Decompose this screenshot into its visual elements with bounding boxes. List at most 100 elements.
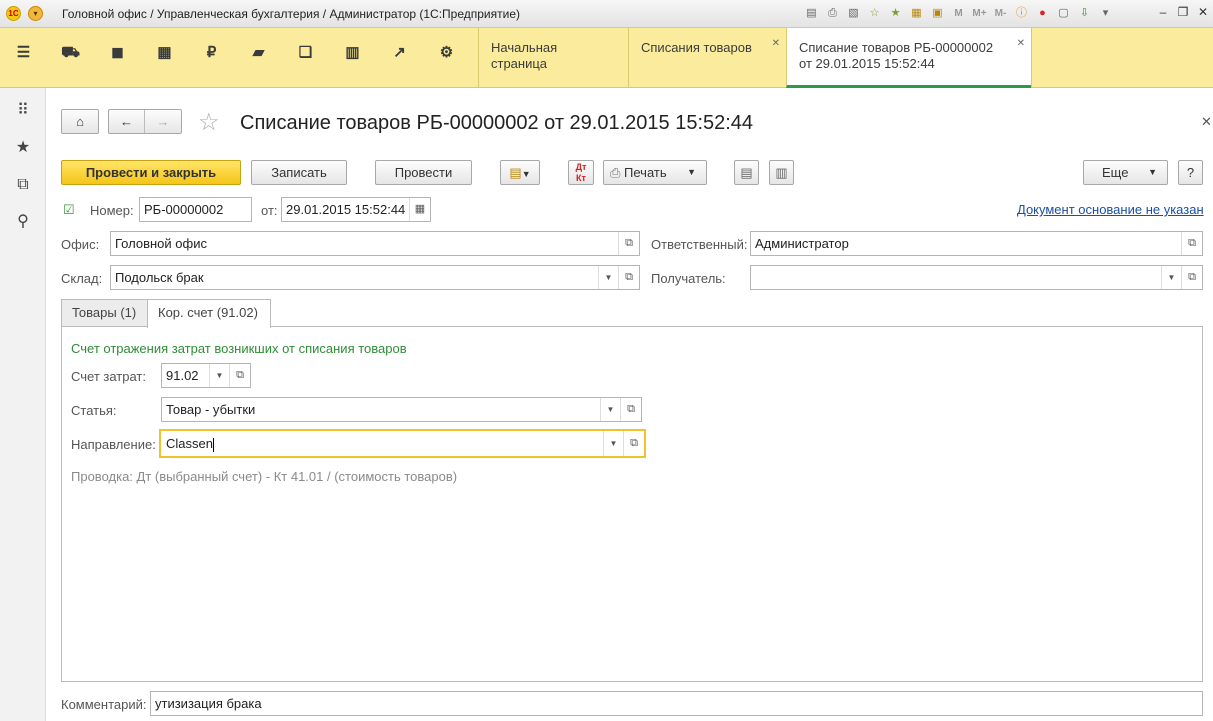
create-based-on-button[interactable]: ▤▼ [500, 160, 540, 185]
chevron-down-icon: ▼ [687, 167, 696, 177]
tab-goods[interactable]: Товары (1) [61, 299, 148, 327]
ruble-icon[interactable]: ₽ [188, 28, 235, 78]
open-icon[interactable]: ⧉ [618, 232, 639, 255]
responsible-value: Администратор [755, 236, 849, 251]
structure-button[interactable]: ▤ [734, 160, 759, 185]
tab-writeoff-document[interactable]: Списание товаров РБ-00000002 от 29.01.20… [786, 28, 1031, 88]
chevron-down-icon[interactable]: ▼ [603, 431, 623, 456]
list-icon: ▥ [775, 165, 788, 180]
save-icon[interactable]: ▤ [802, 5, 821, 22]
base-document-link[interactable]: Документ основание не указан [1017, 202, 1204, 217]
expense-account-label: Счет затрат: [71, 369, 146, 384]
help-button[interactable]: ? [1178, 160, 1203, 185]
history-icon[interactable]: ⧉ [0, 166, 46, 203]
save-button[interactable]: Записать [251, 160, 347, 185]
open-icon[interactable]: ⧉ [618, 266, 639, 289]
comment-field[interactable]: утизизация брака [150, 691, 1203, 716]
tab-home[interactable]: Начальная страница [478, 28, 628, 88]
forward-arrow-icon[interactable]: → [145, 110, 181, 133]
print-icon: ⎙ [610, 165, 621, 180]
grid-icon[interactable]: ▦ [141, 28, 188, 78]
expense-account-value: 91.02 [166, 368, 199, 383]
item-label: Статья: [71, 403, 117, 418]
print-icon[interactable]: ⎙ [823, 5, 842, 22]
stop-icon[interactable]: ▢ [1054, 5, 1073, 22]
window-title: Головной офис / Управленческая бухгалтер… [62, 7, 521, 21]
close-icon[interactable]: ✕ [1201, 114, 1212, 130]
text-cursor [212, 437, 214, 452]
favorite-icon[interactable]: ★ [886, 5, 905, 22]
minimize-icon[interactable]: – [1153, 2, 1173, 22]
chevron-down-icon[interactable]: ▼ [598, 266, 618, 289]
download-icon[interactable]: ⇩ [1075, 5, 1094, 22]
tab-label: Начальная страница [491, 40, 558, 71]
apps-grid-icon[interactable]: ⠿ [0, 92, 46, 129]
back-arrow-icon[interactable]: ← [109, 110, 145, 133]
number-field[interactable]: РБ-00000002 [139, 197, 252, 222]
tab-corr-account[interactable]: Кор. счет (91.02) [147, 299, 271, 328]
responsible-field[interactable]: Администратор ⧉ [750, 231, 1203, 256]
star-icon[interactable]: ★ [0, 129, 46, 166]
memory-label[interactable]: M [949, 5, 968, 22]
calculator-icon[interactable]: ▦ [907, 5, 926, 22]
attachments-button[interactable]: ▥ [769, 160, 794, 185]
maximize-icon[interactable]: ❐ [1173, 2, 1193, 22]
bar-chart-icon[interactable]: ▥ [329, 28, 376, 78]
open-icon[interactable]: ⧉ [623, 431, 644, 456]
close-icon[interactable]: ✕ [1193, 2, 1213, 22]
memory-plus-label[interactable]: M+ [970, 5, 989, 22]
favorite-add-icon[interactable]: ☆ [865, 5, 884, 22]
open-icon[interactable]: ⧉ [1181, 266, 1202, 289]
search-icon[interactable]: ⚲ [0, 203, 46, 240]
app-logo-icon: 1С [6, 6, 21, 21]
window-controls: – ❐ ✕ [1153, 2, 1213, 22]
open-icon[interactable]: ⧉ [620, 398, 641, 421]
title-toolbar: ▤ ⎙ ▧ ☆ ★ ▦ ▣ M M+ M- ⓘ ● ▢ ⇩ ▾ [802, 5, 1115, 22]
menu-icon[interactable]: ☰ [0, 28, 47, 78]
documents-icon[interactable]: ❏ [282, 28, 329, 78]
chevron-down-icon[interactable]: ▼ [209, 364, 229, 387]
chevron-down-icon[interactable]: ▾ [1096, 5, 1115, 22]
date-field[interactable]: 29.01.2015 15:52:44 ▦ [281, 197, 431, 222]
nav-buttons: ← → [108, 109, 182, 134]
warehouse-field[interactable]: Подольск брак ▼ ⧉ [110, 265, 640, 290]
close-icon[interactable]: ✕ [1017, 36, 1025, 52]
recipient-field[interactable]: ▼ ⧉ [750, 265, 1203, 290]
main-menu-button[interactable]: ▾ [28, 6, 43, 21]
truck-icon[interactable]: ▰ [235, 28, 282, 78]
bag-icon[interactable]: ◼ [94, 28, 141, 78]
gear-icon[interactable]: ⚙ [423, 28, 470, 78]
memory-minus-label[interactable]: M- [991, 5, 1010, 22]
calendar-icon[interactable]: ▦ [409, 198, 430, 221]
item-field[interactable]: Товар - убытки ▼ ⧉ [161, 397, 642, 422]
document-icon: ▤ [740, 165, 753, 180]
direction-field[interactable]: Classen ▼ ⧉ [159, 429, 646, 458]
calendar-icon[interactable]: ▣ [928, 5, 947, 22]
tab-writeoffs-list[interactable]: Списания товаров ✕ [628, 28, 786, 88]
direction-label: Направление: [71, 437, 156, 452]
open-icon[interactable]: ⧉ [1181, 232, 1202, 255]
posted-status-icon: ☑ [63, 202, 75, 217]
chevron-down-icon[interactable]: ▼ [600, 398, 620, 421]
trend-icon[interactable]: ↗ [376, 28, 423, 78]
more-label: Еще [1102, 165, 1129, 180]
tab-label: Списания товаров [641, 40, 752, 55]
cart-icon[interactable]: ⛟ [47, 28, 94, 78]
record-icon[interactable]: ● [1033, 5, 1052, 22]
close-icon[interactable]: ✕ [772, 36, 780, 52]
home-button[interactable]: ⌂ [61, 109, 99, 134]
chevron-down-icon[interactable]: ▼ [1161, 266, 1181, 289]
favorite-star-icon[interactable]: ☆ [198, 108, 220, 137]
post-and-close-button[interactable]: Провести и закрыть [61, 160, 241, 185]
expense-account-field[interactable]: 91.02 ▼ ⧉ [161, 363, 251, 388]
info-icon[interactable]: ⓘ [1012, 5, 1031, 22]
open-icon[interactable]: ⧉ [229, 364, 250, 387]
left-tool-panel: ⠿ ★ ⧉ ⚲ [0, 88, 46, 721]
office-field[interactable]: Головной офис ⧉ [110, 231, 640, 256]
date-value: 29.01.2015 15:52:44 [286, 202, 406, 217]
postings-report-button[interactable]: Дт Кт [568, 160, 594, 185]
preview-icon[interactable]: ▧ [844, 5, 863, 22]
post-button[interactable]: Провести [375, 160, 472, 185]
print-dropdown-button[interactable]: ⎙ Печать ▼ [603, 160, 707, 185]
more-button[interactable]: Еще ▼ [1083, 160, 1168, 185]
